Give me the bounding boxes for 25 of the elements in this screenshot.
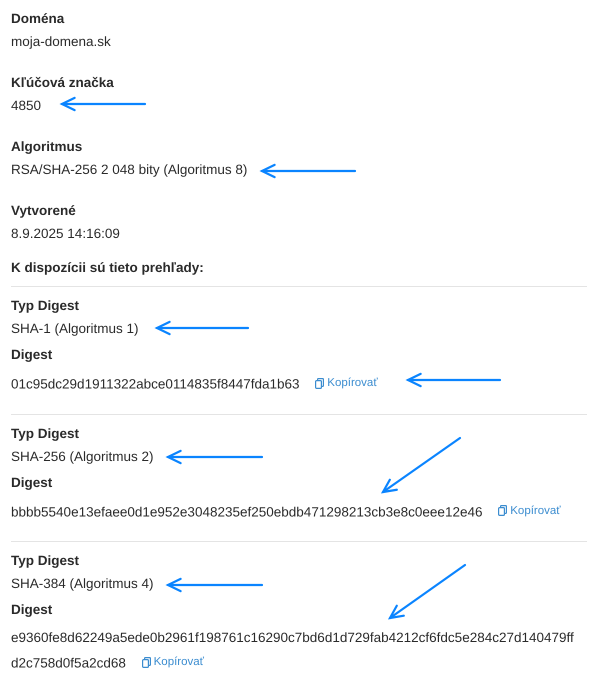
field-label: Kľúčová značka bbox=[11, 74, 114, 92]
field-value: 4850 bbox=[11, 97, 42, 115]
field-label: Vytvorené bbox=[11, 202, 76, 220]
field-label: Digest bbox=[11, 474, 52, 492]
digest-value: bbbb5540e13efaee0d1e952e3048235ef250ebdb471298213cb3e8c0eee12e46 bbox=[11, 504, 482, 519]
field-label: Digest bbox=[11, 346, 52, 364]
digest-value: e9360fe8d62249a5ede0b2961f198761c16290c7bd6d1d729fab4212cf6fdc5e284c27d140479ff bbox=[11, 629, 574, 647]
digest-value: d2c758d0f5a2cd68 bbox=[11, 656, 126, 670]
field-label: Typ Digest bbox=[11, 552, 80, 570]
section-heading: K dispozícii sú tieto prehľady: bbox=[11, 259, 587, 287]
field-value: moja-domena.sk bbox=[11, 33, 111, 51]
field-label: Typ Digest bbox=[11, 297, 80, 315]
field-label: Typ Digest bbox=[11, 424, 80, 442]
digest-value: 01c95dc29d1911322abce0114835f8447fda1b63 bbox=[11, 376, 300, 392]
copy-link[interactable]: Kopírovať bbox=[142, 650, 204, 674]
field-label: Digest bbox=[11, 601, 52, 619]
field-value: SHA-256 (Algoritmus 2) bbox=[11, 448, 154, 466]
copy-link[interactable]: Kopírovať bbox=[315, 371, 378, 395]
field-value: RSA/SHA-256 2 048 bity (Algoritmus 8) bbox=[11, 161, 248, 179]
field-value: SHA-384 (Algoritmus 4) bbox=[11, 575, 154, 593]
field-value: 8.9.2025 14:16:09 bbox=[11, 225, 120, 243]
field-label: Algoritmus bbox=[11, 138, 82, 156]
field-value: SHA-1 (Algoritmus 1) bbox=[11, 320, 139, 338]
copy-link[interactable]: Kopírovať bbox=[498, 498, 561, 522]
field-label: Doména bbox=[11, 10, 64, 28]
